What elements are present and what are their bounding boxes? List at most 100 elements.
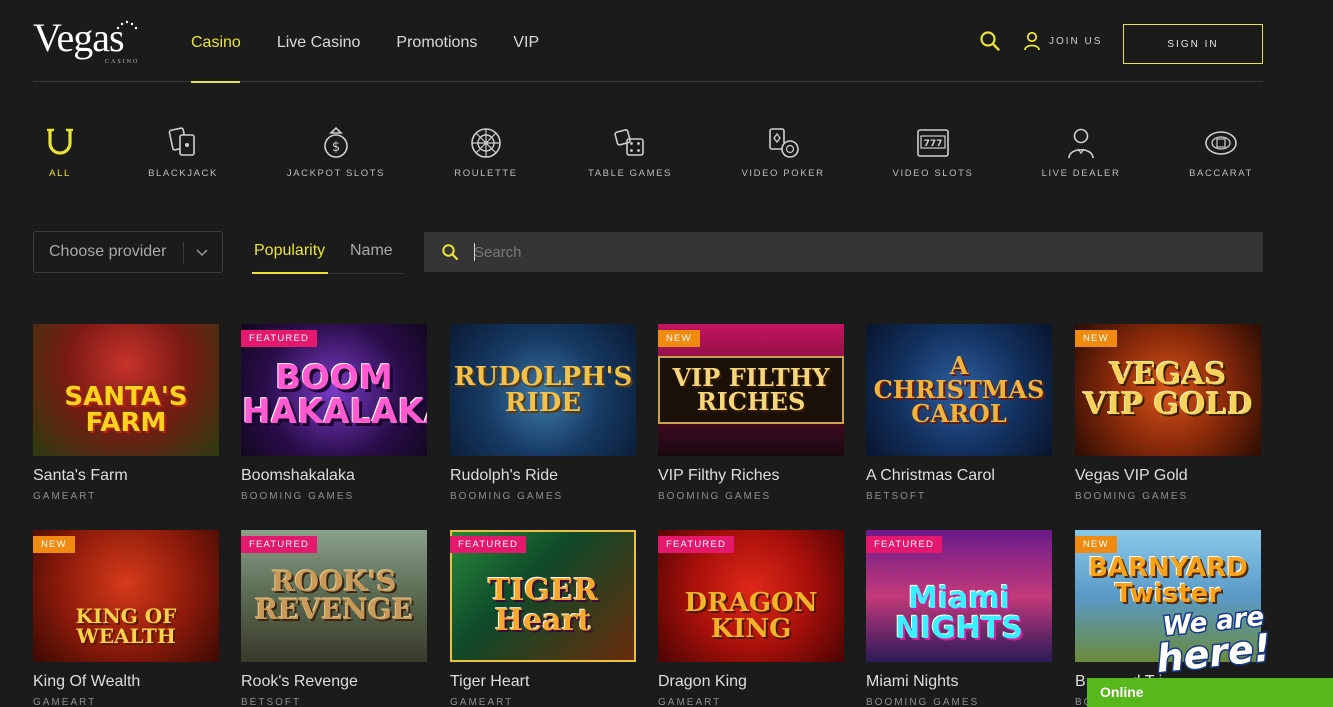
game-thumbnail[interactable]: KING OF WEALTH NEW bbox=[33, 530, 219, 662]
vegas-casino-logo[interactable]: Vegas CASINO bbox=[33, 18, 153, 68]
game-card-rooks-revenge[interactable]: ROOK'S REVENGE FEATURED Rook's Revenge B… bbox=[241, 530, 427, 707]
provider-select-divider bbox=[183, 242, 184, 264]
game-provider: GAMEART bbox=[658, 697, 722, 707]
nav-vip[interactable]: VIP bbox=[513, 0, 539, 84]
category-label: JACKPOT SLOTS bbox=[286, 168, 386, 179]
featured-badge: FEATURED bbox=[866, 536, 943, 553]
horseshoe-icon bbox=[47, 128, 73, 155]
chat-bubble-icon[interactable]: We are here! bbox=[1140, 598, 1290, 678]
game-thumbnail[interactable]: DRAGON KING FEATURED bbox=[658, 530, 844, 662]
game-name[interactable]: Boomshakalaka bbox=[241, 467, 427, 485]
game-name[interactable]: Santa's Farm bbox=[33, 467, 219, 485]
game-thumbnail[interactable]: BOOM SHAKALAKA FEATURED bbox=[241, 324, 427, 456]
game-provider: BOOMING GAMES bbox=[866, 697, 980, 707]
game-search-box bbox=[424, 232, 1263, 272]
game-thumbnail[interactable]: VIP FILTHY RICHES NEW bbox=[658, 324, 844, 456]
game-provider: BETSOFT bbox=[241, 697, 302, 707]
sign-in-button[interactable]: SIGN IN bbox=[1123, 24, 1263, 64]
game-card-tiger-heart[interactable]: TIGER Heart FEATURED Tiger Heart GAMEART bbox=[450, 530, 636, 707]
game-name[interactable]: Dragon King bbox=[658, 673, 844, 691]
game-thumbnail[interactable]: SANTA'S FARM bbox=[33, 324, 219, 456]
chevron-down-icon bbox=[196, 249, 208, 257]
sort-popularity-tab[interactable]: Popularity bbox=[254, 242, 325, 260]
chat-online-status[interactable]: Online bbox=[1087, 678, 1333, 707]
game-card-king-of-wealth[interactable]: KING OF WEALTH NEW King Of Wealth GAMEAR… bbox=[33, 530, 219, 707]
game-name[interactable]: Miami Nights bbox=[866, 673, 1052, 691]
sort-active-indicator bbox=[252, 272, 328, 274]
logo-dots-icon bbox=[116, 20, 138, 30]
game-name[interactable]: Vegas VIP Gold bbox=[1075, 467, 1261, 485]
game-art-title: BOOM SHAKALAKA bbox=[241, 358, 427, 432]
game-card-vip-filthy-riches[interactable]: VIP FILTHY RICHES NEW VIP Filthy Riches … bbox=[658, 324, 844, 502]
category-blackjack[interactable]: BLACKJACK bbox=[145, 125, 221, 181]
dealer-icon bbox=[1068, 128, 1094, 159]
category-all[interactable]: ALL bbox=[40, 125, 80, 181]
game-thumbnail[interactable]: Miami NIGHTS FEATURED bbox=[866, 530, 1052, 662]
nav-promotions[interactable]: Promotions bbox=[396, 0, 477, 84]
dice-icon bbox=[614, 129, 644, 156]
new-badge: NEW bbox=[658, 330, 700, 347]
featured-badge: FEATURED bbox=[241, 330, 318, 347]
baccarat-icon bbox=[1205, 131, 1237, 155]
game-art-title: KING OF WEALTH bbox=[75, 604, 177, 648]
game-thumbnail[interactable]: A CHRISTMAS CAROL bbox=[866, 324, 1052, 456]
game-provider: BOOMING GAMES bbox=[450, 491, 564, 502]
game-thumbnail[interactable]: TIGER Heart FEATURED bbox=[450, 530, 636, 662]
game-thumbnail[interactable]: VEGAS VIP GOLD NEW bbox=[1075, 324, 1261, 456]
game-card-dragon-king[interactable]: DRAGON KING FEATURED Dragon King GAMEART bbox=[658, 530, 844, 707]
game-art-title: TIGER Heart bbox=[488, 573, 598, 638]
roulette-wheel-icon bbox=[471, 128, 501, 158]
cards-icon bbox=[168, 127, 195, 156]
text-cursor bbox=[474, 243, 475, 261]
game-name[interactable]: Tiger Heart bbox=[450, 673, 636, 691]
game-card-boomshakalaka[interactable]: BOOM SHAKALAKA FEATURED Boomshakalaka BO… bbox=[241, 324, 427, 502]
game-card-rudolphs-ride[interactable]: RUDOLPH'S RIDE Rudolph's Ride BOOMING GA… bbox=[450, 324, 636, 502]
game-art-title: SANTA'S FARM bbox=[64, 382, 188, 438]
game-name[interactable]: A Christmas Carol bbox=[866, 467, 1052, 485]
category-label: LIVE DEALER bbox=[1041, 168, 1121, 179]
category-roulette[interactable]: ROULETTE bbox=[454, 125, 518, 181]
featured-badge: FEATURED bbox=[658, 536, 735, 553]
game-name[interactable]: VIP Filthy Riches bbox=[658, 467, 844, 485]
join-us-link[interactable]: JOIN US bbox=[1023, 30, 1102, 52]
game-thumbnail[interactable]: ROOK'S REVENGE FEATURED bbox=[241, 530, 427, 662]
game-provider: BOOMING GAMES bbox=[658, 491, 772, 502]
game-card-santas-farm[interactable]: SANTA'S FARM Santa's Farm GAMEART bbox=[33, 324, 219, 502]
category-label: ROULETTE bbox=[454, 168, 518, 179]
game-name-visible-start: B bbox=[1075, 673, 1086, 690]
poker-cards-chip-icon bbox=[769, 128, 799, 158]
category-live-dealer[interactable]: LIVE DEALER bbox=[1041, 125, 1121, 181]
provider-select[interactable]: Choose provider bbox=[33, 231, 223, 273]
game-art-title: VIP FILTHY RICHES bbox=[658, 356, 844, 424]
game-art-title: Miami NIGHTS bbox=[894, 580, 1024, 646]
game-name[interactable]: King Of Wealth bbox=[33, 673, 219, 691]
category-label: VIDEO POKER bbox=[741, 168, 825, 179]
category-jackpot-slots[interactable]: $ JACKPOT SLOTS bbox=[285, 125, 387, 181]
sort-name-tab[interactable]: Name bbox=[350, 242, 393, 260]
category-label: VIDEO SLOTS bbox=[892, 168, 974, 179]
game-provider: GAMEART bbox=[450, 697, 514, 707]
user-icon bbox=[1024, 31, 1040, 51]
game-search-input[interactable] bbox=[474, 232, 1244, 272]
game-card-miami-nights[interactable]: Miami NIGHTS FEATURED Miami Nights BOOMI… bbox=[866, 530, 1052, 707]
game-provider: GAMEART bbox=[33, 491, 97, 502]
search-icon bbox=[442, 244, 459, 261]
nav-casino[interactable]: Casino bbox=[191, 0, 241, 84]
game-name[interactable]: Rook's Revenge bbox=[241, 673, 427, 691]
logo-subtitle: CASINO bbox=[105, 59, 140, 65]
search-icon[interactable] bbox=[979, 30, 1001, 52]
category-table-games[interactable]: TABLE GAMES bbox=[588, 125, 672, 181]
game-card-vegas-vip-gold[interactable]: VEGAS VIP GOLD NEW Vegas VIP Gold BOOMIN… bbox=[1075, 324, 1261, 502]
game-card-a-christmas-carol[interactable]: A CHRISTMAS CAROL A Christmas Carol BETS… bbox=[866, 324, 1052, 502]
game-art-title: A CHRISTMAS CAROL bbox=[873, 351, 1045, 428]
game-art-title: VEGAS VIP GOLD bbox=[1083, 357, 1253, 422]
game-provider: BOOMING GAMES bbox=[1075, 491, 1189, 502]
nav-live-casino[interactable]: Live Casino bbox=[277, 0, 361, 84]
game-thumbnail[interactable]: RUDOLPH'S RIDE bbox=[450, 324, 636, 456]
provider-select-label: Choose provider bbox=[49, 243, 167, 260]
game-name[interactable]: Rudolph's Ride bbox=[450, 467, 636, 485]
category-video-slots[interactable]: 777 VIDEO SLOTS bbox=[893, 125, 973, 181]
featured-badge: FEATURED bbox=[241, 536, 318, 553]
category-baccarat[interactable]: BACCARAT bbox=[1188, 125, 1254, 181]
category-video-poker[interactable]: VIDEO POKER bbox=[741, 125, 825, 181]
